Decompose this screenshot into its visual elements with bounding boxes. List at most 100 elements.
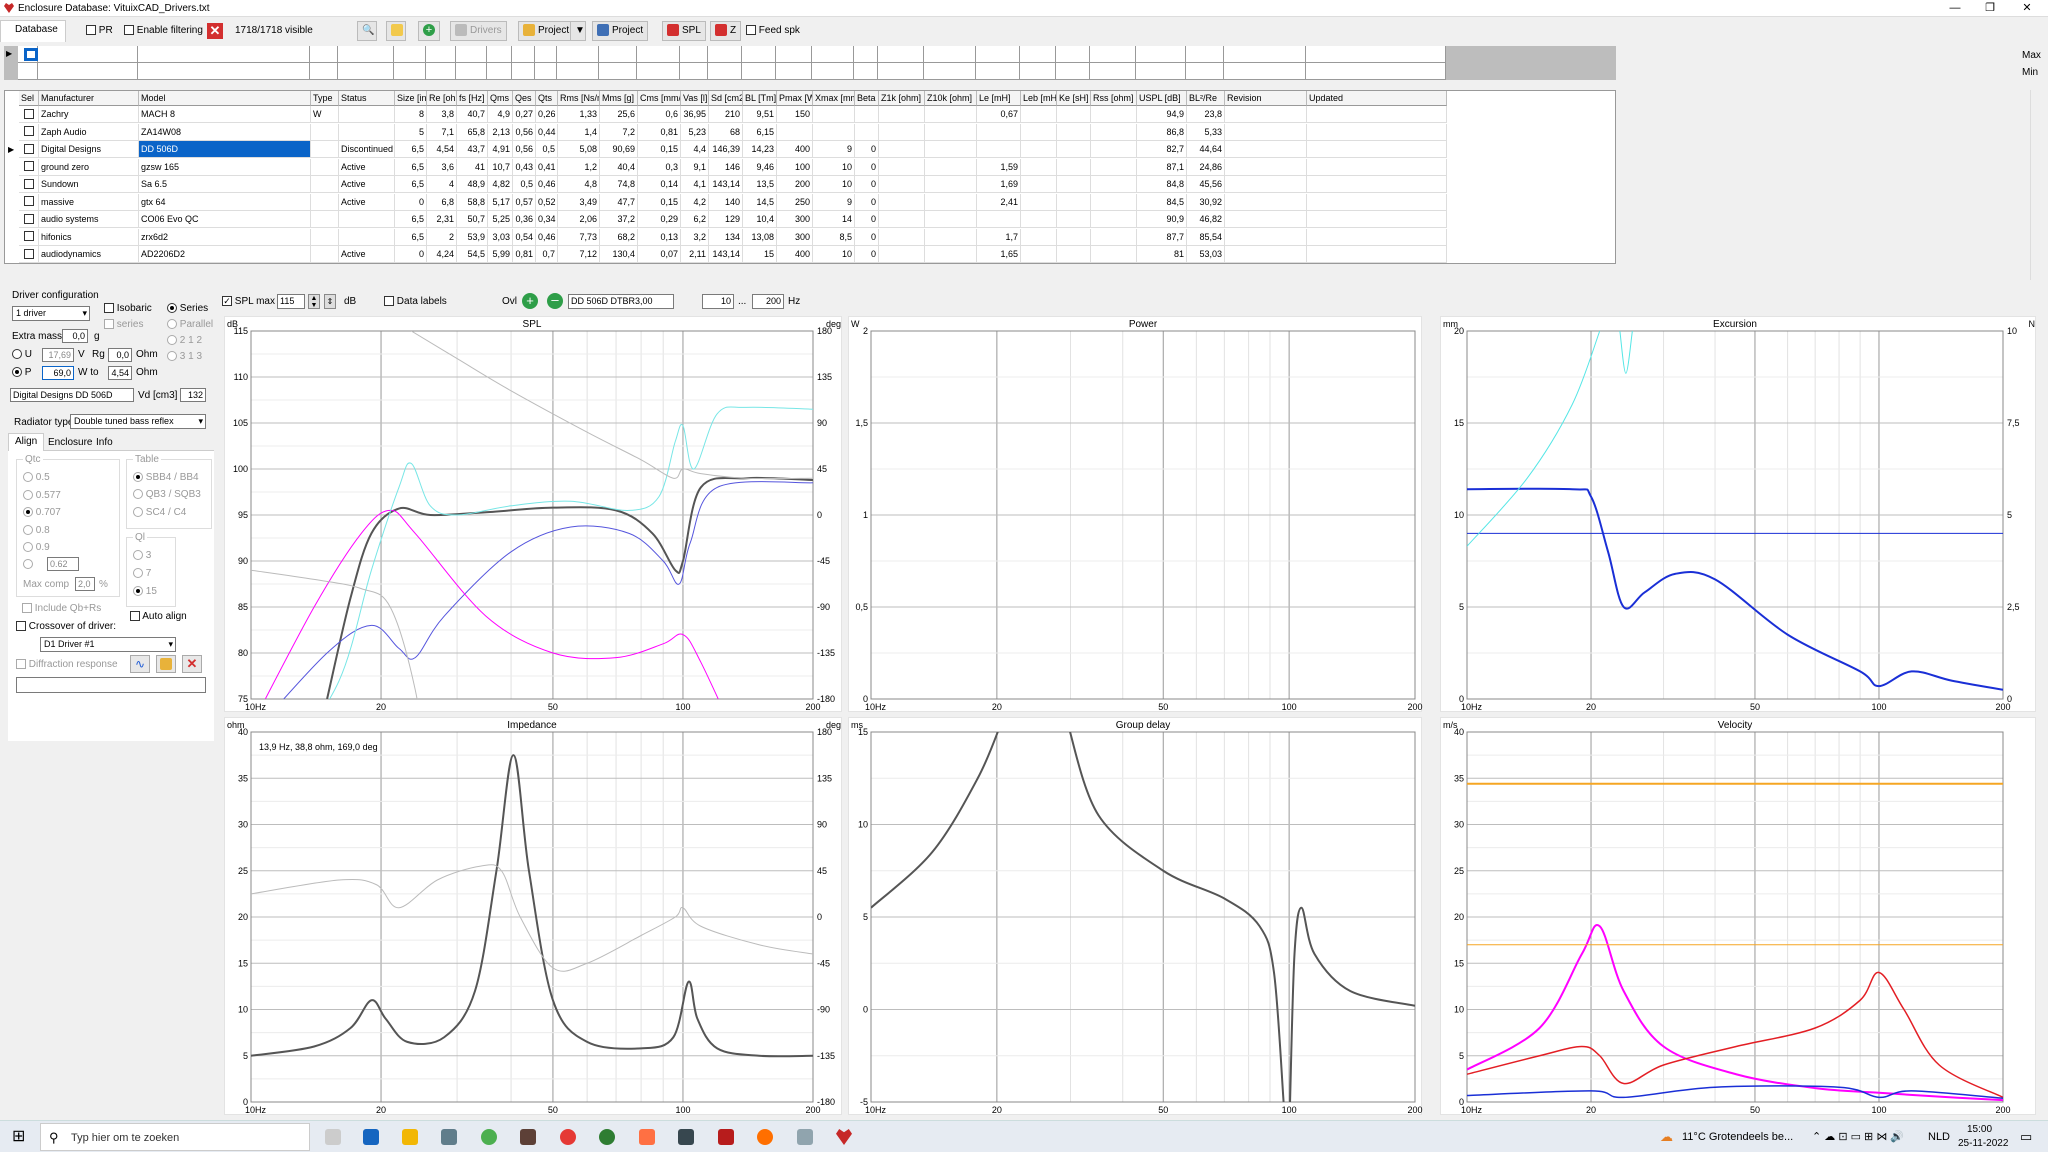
table-cell[interactable]	[1225, 246, 1307, 263]
filter-max-cell[interactable]	[1224, 46, 1306, 63]
column-header[interactable]: Status	[339, 91, 395, 106]
row-select-checkbox[interactable]	[19, 106, 39, 123]
filter-max-cell[interactable]	[456, 46, 487, 63]
table-cell[interactable]: 2,11	[681, 246, 709, 263]
table-cell[interactable]: 0,43	[513, 158, 536, 176]
table-cell[interactable]: 6,5	[395, 211, 427, 228]
table-cell[interactable]: 0,67	[977, 106, 1021, 123]
u-input[interactable]: 17,69	[42, 348, 74, 362]
qtc-radio-0[interactable]	[23, 472, 33, 483]
table-cell[interactable]: 150	[777, 106, 813, 123]
column-header[interactable]: Sd [cm2]	[709, 91, 743, 106]
table-cell[interactable]: 6,2	[681, 211, 709, 228]
qtc-radio-3[interactable]	[23, 525, 33, 536]
table-cell[interactable]	[879, 123, 925, 141]
table-cell[interactable]	[1091, 106, 1137, 123]
language-indicator[interactable]: NLD	[1928, 1131, 1950, 1143]
table-cell[interactable]	[311, 193, 339, 211]
table-cell[interactable]: 3,49	[558, 193, 600, 211]
filter-min-cell[interactable]	[1306, 63, 1446, 80]
table-cell[interactable]: AD2206D2	[139, 246, 311, 263]
maximize-button[interactable]: ❐	[1975, 0, 2005, 17]
filter-min-cell[interactable]	[487, 63, 512, 80]
table-cell[interactable]	[925, 123, 977, 141]
table-radio-1[interactable]	[133, 489, 143, 500]
filter-max-cell[interactable]	[487, 46, 512, 63]
table-cell[interactable]: 0	[855, 211, 879, 228]
table-cell[interactable]: 6,5	[395, 176, 427, 193]
table-cell[interactable]: 6,5	[395, 158, 427, 176]
crossover-checkbox[interactable]	[16, 621, 26, 632]
radiator-type-select[interactable]: Double tuned bass reflex	[70, 414, 206, 429]
table-cell[interactable]: W	[311, 106, 339, 123]
wto-input[interactable]: 4,54	[108, 366, 132, 380]
table-cell[interactable]: 6,5	[395, 141, 427, 158]
table-cell[interactable]: 200	[777, 176, 813, 193]
ql-radio-1[interactable]	[133, 568, 143, 579]
table-cell[interactable]: 300	[777, 228, 813, 246]
column-header[interactable]: Updated	[1307, 91, 1447, 106]
filter-checkbox[interactable]: Enable filtering	[124, 25, 203, 36]
filter-max-cell[interactable]	[924, 46, 976, 63]
table-cell[interactable]: 0	[855, 158, 879, 176]
table-cell[interactable]: 5,33	[1187, 123, 1225, 141]
table-cell[interactable]	[777, 123, 813, 141]
table-cell[interactable]: 87,1	[1137, 158, 1187, 176]
table-cell[interactable]: 4	[427, 176, 457, 193]
table-cell[interactable]	[1057, 211, 1091, 228]
table-cell[interactable]: Active	[339, 246, 395, 263]
column-header[interactable]: Pmax [W]	[777, 91, 813, 106]
table-cell[interactable]: 25,6	[600, 106, 638, 123]
table-cell[interactable]: 41	[457, 158, 488, 176]
table-cell[interactable]: 130,4	[600, 246, 638, 263]
table-cell[interactable]: 50,7	[457, 211, 488, 228]
table-cell[interactable]: 1,7	[977, 228, 1021, 246]
filter-min-cell[interactable]	[535, 63, 557, 80]
table-cell[interactable]: 4,24	[427, 246, 457, 263]
table-cell[interactable]: 23,8	[1187, 106, 1225, 123]
table-cell[interactable]: 0,56	[513, 123, 536, 141]
table-cell[interactable]	[1057, 106, 1091, 123]
table-cell[interactable]	[1225, 176, 1307, 193]
column-header[interactable]: Sel	[19, 91, 39, 106]
table-cell[interactable]: 9,46	[743, 158, 777, 176]
table-cell[interactable]: 0,46	[536, 228, 558, 246]
table-cell[interactable]: 400	[777, 141, 813, 158]
table-cell[interactable]: hifonics	[39, 228, 139, 246]
table-cell[interactable]	[339, 228, 395, 246]
table-cell[interactable]: 2,13	[488, 123, 513, 141]
overlay-add-icon[interactable]: +	[522, 293, 538, 309]
table-cell[interactable]: 0,07	[638, 246, 681, 263]
filter-max-cell[interactable]	[1020, 46, 1056, 63]
column-header[interactable]: Xmax [mm]	[813, 91, 855, 106]
table-cell[interactable]	[311, 211, 339, 228]
table-cell[interactable]: 2,06	[558, 211, 600, 228]
table-cell[interactable]: 1,33	[558, 106, 600, 123]
table-cell[interactable]	[1225, 211, 1307, 228]
table-cell[interactable]	[1057, 141, 1091, 158]
filter-max-cell[interactable]	[1306, 46, 1446, 63]
chrome-icon[interactable]	[481, 1129, 497, 1145]
diffraction-checkbox[interactable]	[16, 659, 26, 670]
table-cell[interactable]: 134	[709, 228, 743, 246]
column-header[interactable]: Le [mH]	[977, 91, 1021, 106]
column-header[interactable]: fs [Hz]	[457, 91, 488, 106]
table-cell[interactable]	[925, 158, 977, 176]
filter-min-cell[interactable]	[976, 63, 1020, 80]
filter-min-cell[interactable]	[394, 63, 426, 80]
table-cell[interactable]: Sa 6.5	[139, 176, 311, 193]
table-cell[interactable]	[855, 123, 879, 141]
table-cell[interactable]: 2,41	[977, 193, 1021, 211]
tab-enclosure[interactable]: Enclosure	[44, 435, 96, 450]
column-header[interactable]: Z1k [ohm]	[879, 91, 925, 106]
filter-min-cell[interactable]	[138, 63, 310, 80]
table-cell[interactable]: 4,9	[488, 106, 513, 123]
filter-max-cell[interactable]	[394, 46, 426, 63]
table-cell[interactable]: 4,54	[427, 141, 457, 158]
filter-max-cell[interactable]	[680, 46, 708, 63]
table-cell[interactable]: 13,5	[743, 176, 777, 193]
table-cell[interactable]	[1307, 246, 1447, 263]
windows-start-icon[interactable]: ⊞	[12, 1129, 28, 1145]
impedance-chart[interactable]: Impedance ohm deg 40 35 30 25 20 15 10 5 0 180 135 90 4…	[224, 717, 842, 1115]
table-radio-2[interactable]	[133, 507, 143, 518]
